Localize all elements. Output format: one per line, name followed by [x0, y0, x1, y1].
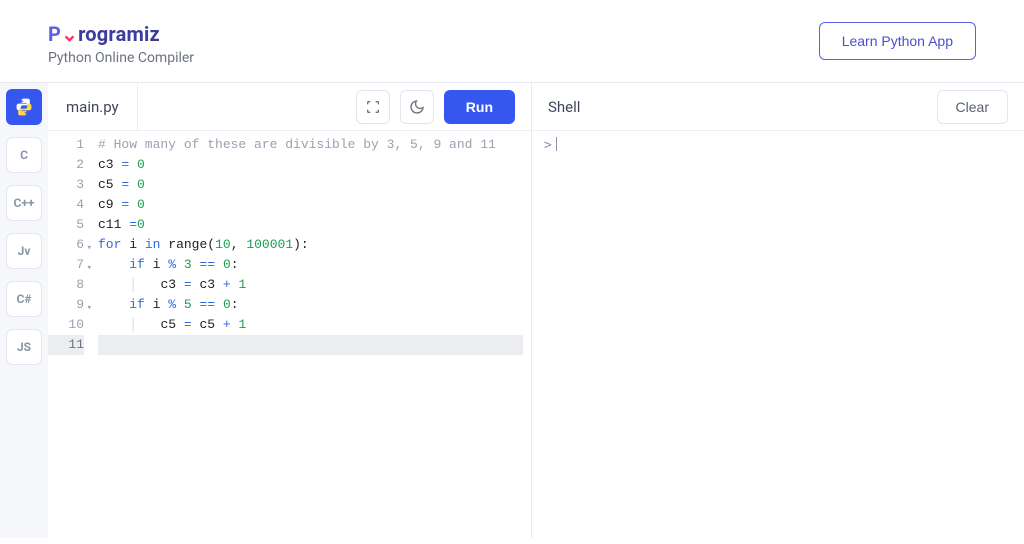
dark-mode-icon[interactable]	[400, 90, 434, 124]
shell-output[interactable]: >	[532, 131, 1024, 538]
fullscreen-icon[interactable]	[356, 90, 390, 124]
learn-python-button[interactable]: Learn Python App	[819, 22, 976, 60]
run-button[interactable]: Run	[444, 90, 515, 124]
lang-py[interactable]	[6, 89, 42, 125]
shell-pane: Shell Clear >	[532, 83, 1024, 538]
logo: P⌄rogramiz	[48, 22, 194, 46]
shell-title: Shell	[548, 98, 580, 116]
language-sidebar: C C++ Jv C# JS	[0, 83, 48, 538]
brand: P⌄rogramiz Python Online Compiler	[48, 22, 194, 66]
lang-jv[interactable]: Jv	[6, 233, 42, 269]
lang-c#[interactable]: C#	[6, 281, 42, 317]
lang-c[interactable]: C	[6, 137, 42, 173]
shell-prompt: >	[544, 138, 552, 153]
code-editor[interactable]: 1234567891011 # How many of these are di…	[48, 131, 531, 538]
editor-pane: main.py Run 1234567891011 # How many of …	[48, 83, 532, 538]
shell-cursor	[556, 137, 557, 151]
lang-c++[interactable]: C++	[6, 185, 42, 221]
clear-button[interactable]: Clear	[937, 90, 1008, 124]
lang-js[interactable]: JS	[6, 329, 42, 365]
file-tab[interactable]: main.py	[48, 83, 138, 130]
subtitle: Python Online Compiler	[48, 50, 194, 66]
